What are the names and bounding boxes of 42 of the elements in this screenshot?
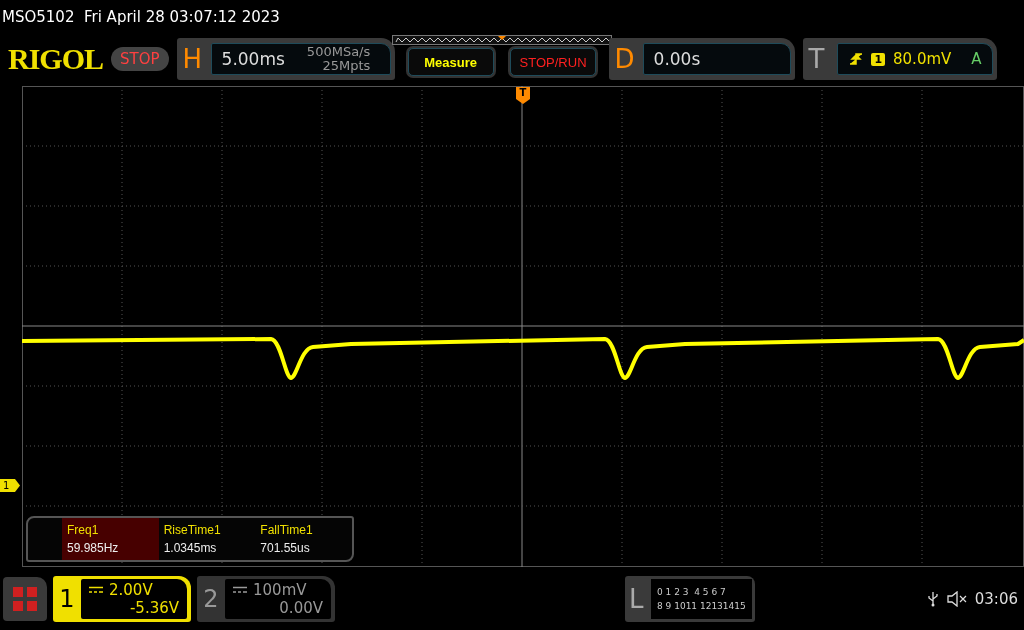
delay-value: 0.00s	[653, 49, 701, 69]
trigger-panel[interactable]: T 1 80.0mV A	[802, 38, 997, 80]
dc-coupling-icon	[89, 586, 103, 594]
brand-logo: RIGOL	[8, 42, 104, 76]
channel-button[interactable]: 2 100mV 0.00V	[197, 576, 335, 622]
trigger-source-badge: 1	[871, 52, 886, 66]
logic-label: L	[629, 584, 645, 614]
measurement-item[interactable]: RiseTime1 1.0345ms	[158, 518, 256, 560]
measurement-value: 701.55us	[260, 541, 311, 555]
measurement-item[interactable]: FallTime1 701.55us	[255, 518, 352, 560]
trigger-level: 80.0mV	[893, 50, 952, 68]
measurement-label: Freq1	[67, 523, 100, 537]
measurement-item[interactable]: Freq1 59.985Hz	[62, 518, 159, 560]
channel-button[interactable]: 1 2.00V -5.36V	[53, 576, 191, 622]
delay-label: D	[614, 44, 636, 74]
measurement-label: RiseTime1	[163, 523, 222, 537]
usb-icon	[926, 591, 939, 607]
memory-depth: 25Mpts	[322, 59, 371, 73]
trigger-mode: A	[971, 50, 982, 68]
sample-rate: 500MSa/s	[306, 45, 371, 59]
channel-offset-marker[interactable]: 1	[0, 479, 20, 492]
trigger-position-marker: T	[516, 87, 530, 104]
clock-time: 03:06	[974, 590, 1018, 608]
dc-coupling-icon	[233, 586, 247, 594]
measurement-label: FallTime1	[260, 523, 314, 537]
mute-icon[interactable]	[946, 591, 967, 607]
delay-panel[interactable]: D 0.00s	[608, 38, 795, 80]
logic-channel-numbers: 0 1 2 3 4 5 6 7	[657, 586, 727, 599]
menu-icon[interactable]	[3, 577, 47, 621]
logic-panel[interactable]: L 0 1 2 3 4 5 6 7 8 9 1011 12131415	[625, 576, 755, 622]
rising-edge-icon	[849, 52, 864, 66]
measure-button[interactable]: Measure	[407, 48, 494, 76]
trigger-label: T	[808, 44, 826, 74]
logic-channel-numbers: 8 9 1011 12131415	[657, 600, 746, 613]
stop-run-button[interactable]: STOP/RUN	[509, 48, 596, 76]
timebase-value: 5.00ms	[221, 49, 285, 69]
horizontal-panel[interactable]: H 5.00ms 500MSa/s 25Mpts	[176, 38, 395, 80]
measurement-value: 1.0345ms	[163, 541, 218, 555]
model-and-date: MSO5102 Fri April 28 03:07:12 2023	[1, 7, 281, 28]
measurement-value: 59.985Hz	[67, 541, 120, 555]
run-state-badge: STOP	[111, 47, 169, 71]
horizontal-label: H	[182, 44, 204, 74]
